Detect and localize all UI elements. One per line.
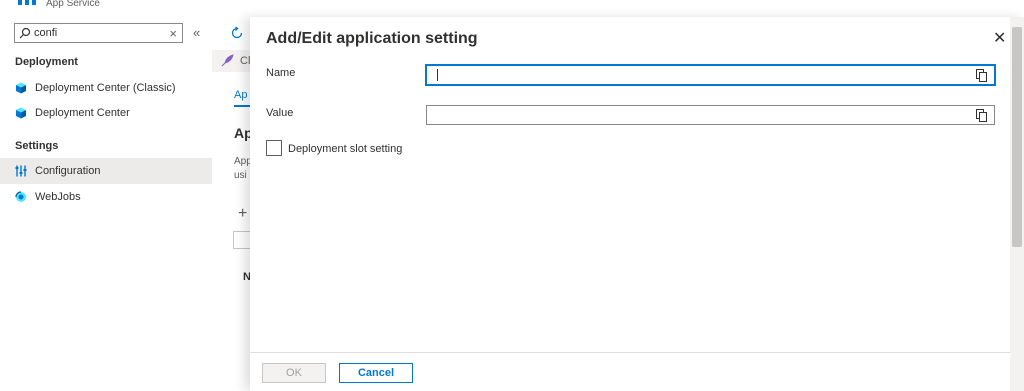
rocket-icon (221, 54, 234, 67)
menu-search-box[interactable]: × (14, 23, 183, 43)
sidebar-item-label: WebJobs (35, 191, 81, 203)
cube-icon (16, 107, 26, 119)
ok-button[interactable]: OK (262, 363, 326, 383)
panel-title: Add/Edit application setting (266, 30, 478, 47)
value-label: Value (266, 107, 294, 119)
deployment-slot-setting-label[interactable]: Deployment slot setting (288, 143, 402, 155)
value-input[interactable] (427, 106, 957, 124)
sidebar-item-label: Configuration (35, 165, 101, 177)
section-label-settings: Settings (15, 140, 59, 152)
collapse-menu-icon[interactable]: « (193, 25, 200, 40)
sidebar-item-label: Deployment Center (Classic) (35, 82, 176, 94)
background-toolbar-label: Cl (240, 55, 251, 67)
vertical-scrollbar[interactable] (1010, 17, 1024, 391)
copy-icon[interactable] (976, 109, 988, 122)
sidebar-item-deployment-center-classic[interactable]: Deployment Center (Classic) (0, 75, 212, 101)
cancel-button[interactable]: Cancel (339, 363, 413, 383)
name-input[interactable] (427, 66, 957, 84)
name-label: Name (266, 67, 296, 79)
scrollbar-thumb[interactable] (1012, 27, 1022, 247)
background-tab-application-settings[interactable]: Ap (234, 89, 247, 101)
deployment-slot-setting-checkbox[interactable] (266, 140, 282, 156)
add-icon[interactable]: + (238, 205, 247, 223)
sidebar-item-deployment-center[interactable]: Deployment Center (0, 100, 212, 126)
name-field[interactable] (425, 64, 996, 86)
text-caret (437, 69, 438, 81)
copy-icon[interactable] (976, 69, 988, 82)
section-label-deployment: Deployment (15, 56, 78, 68)
app-title: App Service (46, 0, 100, 9)
app-service-logo-icon (18, 0, 36, 5)
sliders-icon (15, 165, 27, 177)
value-field[interactable] (426, 105, 995, 125)
sidebar-item-label: Deployment Center (35, 107, 130, 119)
clear-search-icon[interactable]: × (169, 26, 177, 41)
resource-menu-sidebar: App Service × « Deployment Deployment Ce… (0, 0, 212, 391)
sidebar-item-webjobs[interactable]: WebJobs (0, 184, 212, 210)
refresh-icon[interactable] (230, 26, 244, 40)
panel-footer: OK Cancel (250, 352, 1010, 391)
search-icon (19, 27, 31, 39)
close-icon[interactable]: ✕ (993, 28, 1006, 48)
menu-search-input[interactable] (34, 27, 164, 39)
cube-icon (16, 82, 26, 94)
webjobs-icon (15, 191, 26, 202)
sidebar-item-configuration[interactable]: Configuration (0, 158, 212, 184)
add-edit-setting-panel: Add/Edit application setting ✕ Name Valu… (250, 17, 1024, 391)
